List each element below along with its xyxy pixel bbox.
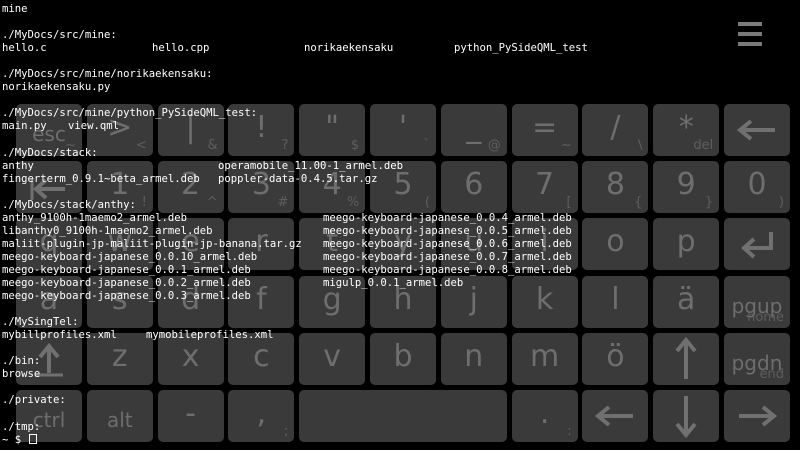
shell-prompt: ~ $ <box>2 433 28 446</box>
terminal-entry: meego-keyboard-japanese_0.0.3_armel.deb <box>2 290 251 303</box>
terminal-line: meego-keyboard-japanese_0.0.3_armel.deb <box>2 290 798 303</box>
terminal-line: browse <box>2 368 798 381</box>
terminal-entry: meego-keyboard-japanese_0.0.5_armel.deb <box>323 224 572 237</box>
terminal-entry: ./MySingTel: <box>2 316 79 329</box>
terminal-entry: mymobileprofiles.xml <box>146 329 274 342</box>
terminal-entry: meego-keyboard-japanese_0.0.1_armel.deb <box>2 263 251 276</box>
terminal-line: meego-keyboard-japanese_0.0.2_armel.deb m… <box>2 277 798 290</box>
terminal-entry: norikaekensaku.py <box>2 81 111 94</box>
terminal-line: norikaekensaku.py <box>2 81 798 94</box>
prompt-line[interactable]: ~ $ <box>2 433 798 447</box>
terminal-line: ./MyDocs/stack: <box>2 147 798 160</box>
terminal-line: mine <box>2 3 798 16</box>
terminal-entry: migulp_0.0.1_armel.deb <box>323 276 464 289</box>
terminal-entry: meego-keyboard-japanese_0.0.2_armel.deb <box>2 276 251 289</box>
terminal-screen[interactable]: esc ~ > < | &!? " $ ' ` _ @ = ~ / \ * del 1! 2 ^ 3 #4% 5(6 7[8{… <box>0 0 800 450</box>
terminal-line: main.py view.qml <box>2 120 798 133</box>
terminal-entry: view.qml <box>68 120 120 133</box>
terminal-entry: poppler-data-0.4.5.tar.gz <box>218 172 378 185</box>
terminal-entry: norikaekensaku <box>304 42 394 55</box>
terminal-entry: fingerterm_0.9.1~beta_armel.deb <box>2 172 200 185</box>
terminal-line: ./MyDocs/src/mine/python_PySideQML_test: <box>2 107 798 120</box>
terminal-entry: meego-keyboard-japanese_0.0.8_armel.deb <box>323 263 572 276</box>
terminal-entry: ./private: <box>2 394 66 407</box>
terminal-entry: ./MyDocs/src/mine: <box>2 29 117 42</box>
terminal-entry: meego-keyboard-japanese_0.0.6_armel.deb <box>323 237 572 250</box>
terminal-line: maliit-plugin-jp-maliit-plugin-jp-banana… <box>2 238 798 251</box>
terminal-entry: python_PySideQML_test <box>454 42 588 55</box>
terminal-line: meego-keyboard-japanese_0.0.10_armel.deb… <box>2 251 798 264</box>
terminal-line: fingerterm_0.9.1~beta_armel.deb poppler-d… <box>2 173 798 186</box>
terminal-line: mybillprofiles.xml mymobileprofiles.xml <box>2 329 798 342</box>
terminal-entry: hello.c <box>2 42 47 55</box>
terminal-entry: meego-keyboard-japanese_0.0.7_armel.deb <box>323 250 572 263</box>
terminal-line: ./MyDocs/stack/anthy: <box>2 199 798 212</box>
terminal-entry: anthy <box>2 159 34 172</box>
terminal-line: ./MyDocs/src/mine: <box>2 29 798 42</box>
terminal-entry: ./MyDocs/stack: <box>2 146 98 159</box>
terminal-entry: main.py <box>2 120 47 133</box>
terminal-line: ./MyDocs/src/mine/norikaekensaku: <box>2 68 798 81</box>
terminal-entry: mybillprofiles.xml <box>2 329 117 342</box>
terminal-line: meego-keyboard-japanese_0.0.1_armel.deb m… <box>2 264 798 277</box>
terminal-entry: mine <box>2 3 28 15</box>
terminal-line: libanthy0_9100h-1maemo2_armel.deb meego-k… <box>2 225 798 238</box>
terminal-line: ./tmp: <box>2 421 798 434</box>
terminal-entry: meego-keyboard-japanese_0.0.4_armel.deb <box>323 211 572 224</box>
terminal-line: ./MySingTel: <box>2 316 798 329</box>
terminal-entry: hello.cpp <box>152 42 210 55</box>
terminal-entry: browse <box>2 368 41 381</box>
terminal-entry: operamobile_11.00-1_armel.deb <box>218 159 403 172</box>
terminal-entry: libanthy0_9100h-1maemo2_armel.deb <box>2 224 213 237</box>
terminal-line: anthy_9100h-1maemo2_armel.deb meego-keybo… <box>2 212 798 225</box>
terminal-output: mine ./MyDocs/src/mine: hello.c hello.cpp no… <box>2 3 798 447</box>
terminal-line: ./private: <box>2 394 798 407</box>
terminal-entry: meego-keyboard-japanese_0.0.10_armel.deb <box>2 250 258 263</box>
terminal-entry: ./tmp: <box>2 420 41 433</box>
terminal-line: anthy operamobile_11.00-1_armel.deb <box>2 160 798 173</box>
terminal-entry: ./bin: <box>2 355 41 368</box>
terminal-entry: ./MyDocs/stack/anthy: <box>2 198 136 211</box>
terminal-line: ./bin: <box>2 355 798 368</box>
terminal-entry: ./MyDocs/src/mine/norikaekensaku: <box>2 68 213 81</box>
terminal-entry: anthy_9100h-1maemo2_armel.deb <box>2 211 187 224</box>
terminal-line: hello.c hello.cpp norikaekensaku python_PyS… <box>2 42 798 55</box>
terminal-entry: ./MyDocs/src/mine/python_PySideQML_test: <box>2 107 258 120</box>
text-cursor <box>28 433 37 444</box>
terminal-entry: maliit-plugin-jp-maliit-plugin-jp-banana… <box>2 237 302 250</box>
